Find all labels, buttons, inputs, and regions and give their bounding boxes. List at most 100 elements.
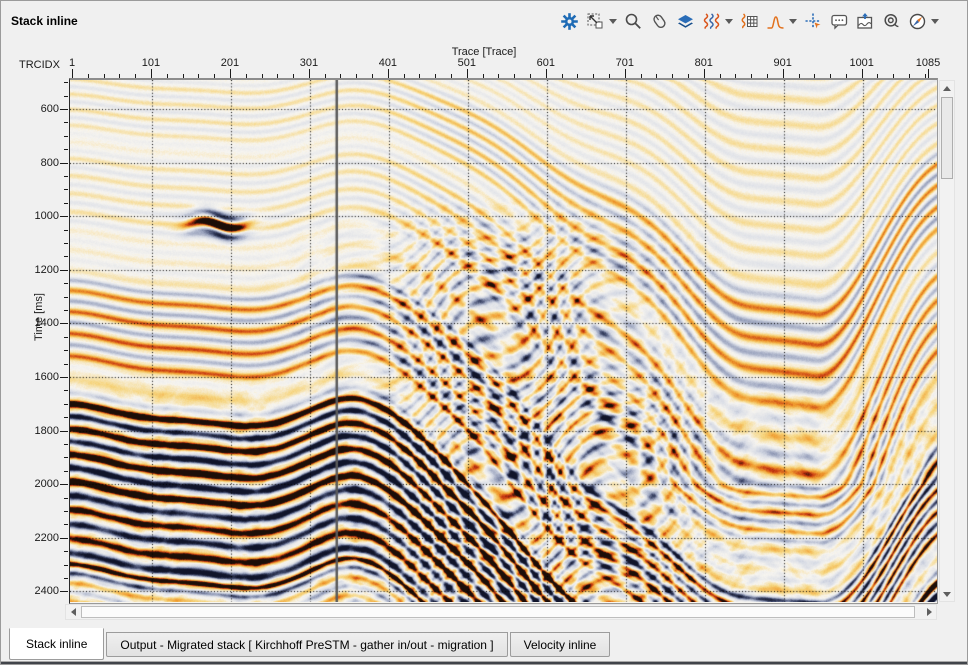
y-minor-tick: [64, 136, 68, 137]
y-tick-label: 2200: [35, 532, 59, 544]
y-minor-tick: [64, 524, 68, 525]
x-tick-mark: [230, 69, 231, 78]
y-minor-tick: [64, 511, 68, 512]
chevron-down-icon[interactable]: [609, 19, 617, 24]
orientation-compass-icon: [908, 12, 927, 31]
layers-icon: [676, 12, 695, 31]
scroll-left-button[interactable]: [66, 605, 80, 619]
y-minor-tick: [64, 82, 68, 83]
y-minor-tick: [64, 471, 68, 472]
cursor-tracking-icon: [804, 12, 823, 31]
x-tick-label: 301: [300, 57, 318, 69]
y-minor-tick: [64, 243, 68, 244]
wiggle-display-icon: [702, 12, 721, 31]
x-tick-mark: [862, 69, 863, 78]
x-tick-label: 601: [537, 57, 555, 69]
x-tick-mark: [783, 69, 784, 78]
tab-bar: Stack inlineOutput - Migrated stack [ Ki…: [1, 628, 967, 661]
y-tick-mark: [60, 538, 68, 539]
y-tick-label: 1400: [35, 317, 59, 329]
page-title: Stack inline: [11, 14, 78, 28]
x-tick-label: 701: [616, 57, 634, 69]
toolbar: [560, 10, 939, 32]
vertical-scroll-thumb[interactable]: [941, 97, 953, 179]
y-minor-tick: [64, 364, 68, 365]
y-minor-tick: [64, 565, 68, 566]
y-tick-label: 1000: [35, 210, 59, 222]
y-minor-tick: [64, 551, 68, 552]
annotation-icon: [830, 12, 849, 31]
tab-stack-inline[interactable]: Stack inline: [9, 628, 104, 660]
zoom-button[interactable]: [624, 12, 643, 31]
seismic-plot: [69, 78, 938, 604]
x-tick-mark: [467, 69, 468, 78]
x-tick-label: 101: [142, 57, 160, 69]
chevron-down-icon[interactable]: [931, 19, 939, 24]
y-tick-mark: [60, 591, 68, 592]
settings-gear-button[interactable]: [560, 12, 579, 31]
y-tick-label: 1800: [35, 425, 59, 437]
scroll-right-button[interactable]: [922, 605, 936, 619]
vertical-scrollbar[interactable]: [939, 80, 955, 602]
zoom-icon: [624, 12, 643, 31]
y-minor-tick: [64, 149, 68, 150]
x-tick-mark: [928, 69, 929, 78]
y-tick-label: 1200: [35, 264, 59, 276]
y-tick-label: 800: [41, 157, 59, 169]
y-minor-tick: [64, 230, 68, 231]
y-minor-tick: [64, 283, 68, 284]
export-image-button[interactable]: [856, 12, 875, 31]
y-minor-tick: [64, 297, 68, 298]
histogram-button[interactable]: [766, 12, 797, 31]
window-bottom-edge: [1, 661, 967, 665]
x-tick-label: 1001: [849, 57, 873, 69]
y-minor-tick: [64, 203, 68, 204]
mouse-controls-icon: [650, 12, 669, 31]
x-tick-mark: [704, 69, 705, 78]
trace-table-button[interactable]: [740, 12, 759, 31]
y-tick-mark: [60, 216, 68, 217]
y-tick-label: 2000: [35, 478, 59, 490]
y-tick-mark: [60, 109, 68, 110]
qc-loupe-icon: [882, 12, 901, 31]
wiggle-display-button[interactable]: [702, 12, 733, 31]
mouse-controls-button[interactable]: [650, 12, 669, 31]
y-tick-mark: [60, 163, 68, 164]
x-tick-mark: [625, 69, 626, 78]
select-mode-icon: [586, 12, 605, 31]
left-arrow-icon: [71, 608, 76, 616]
y-minor-tick: [64, 444, 68, 445]
tab-velocity-inline[interactable]: Velocity inline: [510, 632, 611, 657]
horizontal-scrollbar[interactable]: [65, 604, 937, 620]
chevron-down-icon[interactable]: [725, 19, 733, 24]
y-tick-mark: [60, 270, 68, 271]
annotation-button[interactable]: [830, 12, 849, 31]
y-minor-tick: [64, 457, 68, 458]
y-tick-label: 1600: [35, 371, 59, 383]
y-minor-tick: [64, 390, 68, 391]
tab-output--[interactable]: Output - Migrated stack [ Kirchhoff PreS…: [106, 632, 507, 657]
y-tick-label: 2400: [35, 585, 59, 597]
y-minor-tick: [64, 96, 68, 97]
layers-button[interactable]: [676, 12, 695, 31]
scroll-up-button[interactable]: [940, 81, 954, 95]
y-tick-label: 600: [41, 103, 59, 115]
y-minor-tick: [64, 189, 68, 190]
y-minor-tick: [64, 417, 68, 418]
export-image-icon: [856, 12, 875, 31]
down-arrow-icon: [943, 592, 951, 597]
cursor-tracking-button[interactable]: [804, 12, 823, 31]
y-tick-mark: [60, 484, 68, 485]
y-tick-mark: [60, 377, 68, 378]
select-mode-button[interactable]: [586, 12, 617, 31]
x-tick-label: 801: [695, 57, 713, 69]
x-tick-label: 201: [221, 57, 239, 69]
qc-loupe-button[interactable]: [882, 12, 901, 31]
x-tick-mark: [151, 69, 152, 78]
horizontal-scroll-thumb[interactable]: [81, 606, 915, 618]
scroll-down-button[interactable]: [940, 587, 954, 601]
orientation-compass-button[interactable]: [908, 12, 939, 31]
x-tick-label: 401: [379, 57, 397, 69]
seismic-image[interactable]: [70, 80, 937, 602]
chevron-down-icon[interactable]: [789, 19, 797, 24]
